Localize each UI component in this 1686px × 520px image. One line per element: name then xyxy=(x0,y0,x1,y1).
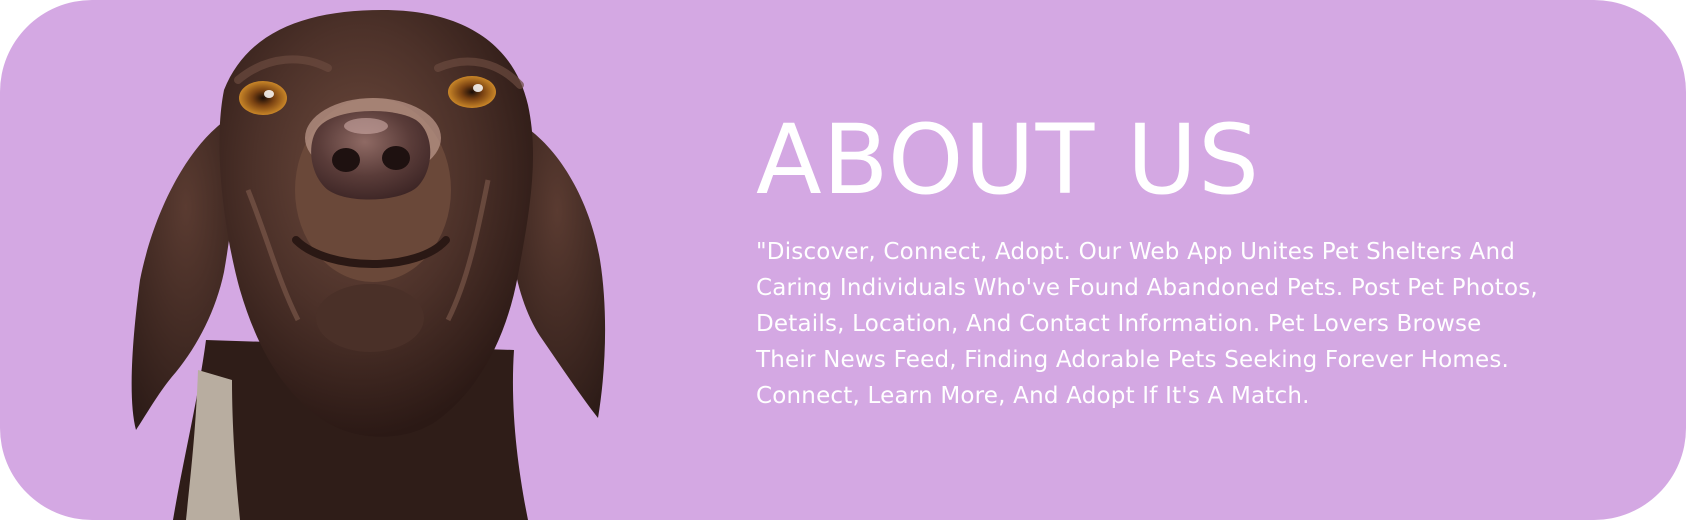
about-text-block: ABOUT US "Discover, Connect, Adopt. Our … xyxy=(756,112,1616,414)
dog-illustration xyxy=(131,10,606,520)
dog-right-eye xyxy=(448,76,496,108)
dog-left-eye xyxy=(239,81,287,115)
dog-chin xyxy=(316,284,424,352)
dog-collar xyxy=(186,370,240,520)
about-us-card: ABOUT US "Discover, Connect, Adopt. Our … xyxy=(0,0,1686,520)
page-title: ABOUT US xyxy=(756,104,1261,216)
dog-photo xyxy=(128,10,648,520)
about-description: "Discover, Connect, Adopt. Our Web App U… xyxy=(756,239,1538,409)
